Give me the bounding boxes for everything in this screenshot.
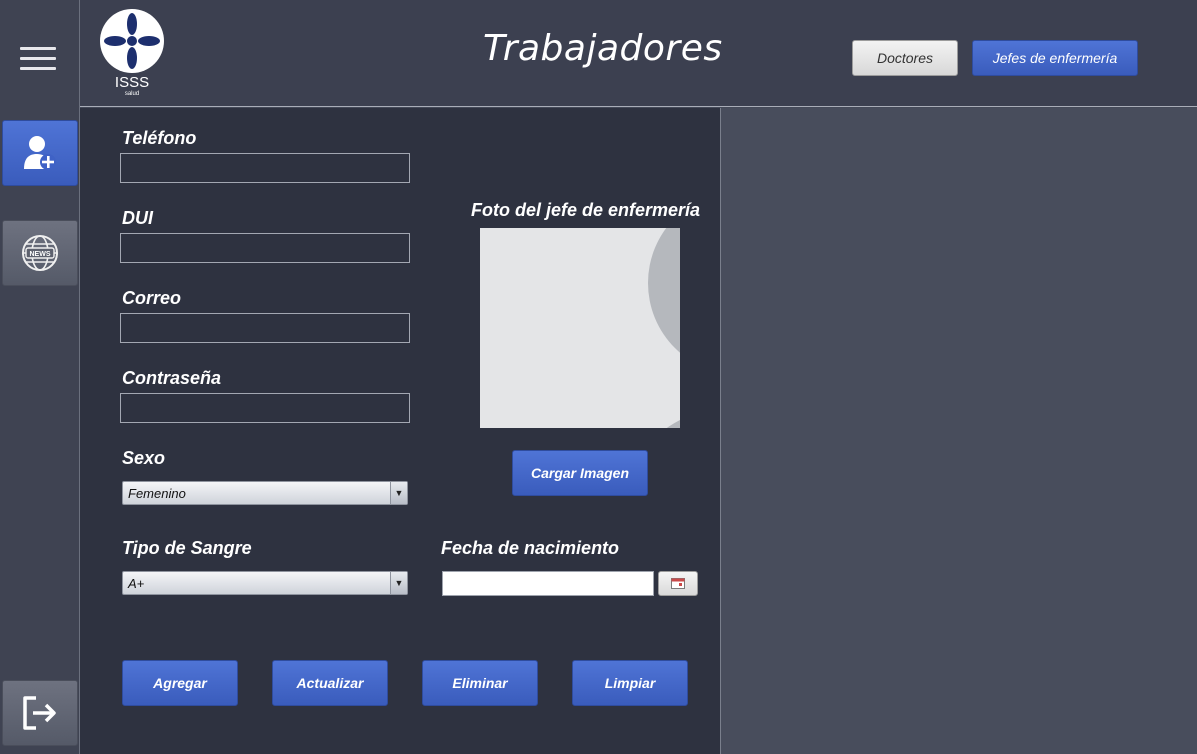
contrasena-label: Contraseña bbox=[122, 368, 222, 388]
form-panel: Teléfono DUI Correo Contraseña Sexo Feme… bbox=[80, 108, 721, 754]
menu-icon[interactable] bbox=[20, 47, 56, 73]
avatar-placeholder-icon bbox=[480, 228, 680, 428]
tipo-sangre-label: Tipo de Sangre bbox=[122, 538, 252, 558]
jefes-enfermeria-button[interactable]: Jefes de enfermería bbox=[972, 40, 1138, 76]
correo-input[interactable] bbox=[120, 313, 410, 343]
add-user-button[interactable] bbox=[2, 120, 78, 186]
tipo-sangre-value: A+ bbox=[128, 576, 145, 591]
chevron-down-icon: ▼ bbox=[390, 482, 407, 504]
add-user-icon bbox=[24, 136, 56, 170]
dui-label: DUI bbox=[122, 208, 153, 228]
doctores-button[interactable]: Doctores bbox=[852, 40, 958, 76]
telefono-input[interactable] bbox=[120, 153, 410, 183]
agregar-button[interactable]: Agregar bbox=[122, 660, 238, 706]
cargar-imagen-button[interactable]: Cargar Imagen bbox=[512, 450, 648, 496]
isss-logo: ISSS salud bbox=[100, 9, 164, 96]
logout-icon bbox=[23, 696, 56, 730]
actualizar-button[interactable]: Actualizar bbox=[272, 660, 388, 706]
news-button[interactable]: NEWS bbox=[2, 220, 78, 286]
calendar-icon bbox=[671, 578, 685, 589]
correo-label: Correo bbox=[122, 288, 182, 308]
limpiar-button[interactable]: Limpiar bbox=[572, 660, 688, 706]
calendar-button[interactable] bbox=[658, 571, 698, 596]
sexo-value: Femenino bbox=[128, 486, 186, 501]
eliminar-button[interactable]: Eliminar bbox=[422, 660, 538, 706]
contrasena-input[interactable] bbox=[120, 393, 410, 423]
foto-label: Foto del jefe de enfermería bbox=[471, 200, 701, 220]
records-panel bbox=[721, 108, 1197, 754]
chevron-down-icon: ▼ bbox=[390, 572, 407, 594]
header: ISSS salud Trabajadores Doctores Jefes d… bbox=[80, 0, 1197, 107]
svg-text:NEWS: NEWS bbox=[30, 251, 51, 258]
sexo-label: Sexo bbox=[122, 448, 166, 468]
fecha-nacimiento-label: Fecha de nacimiento bbox=[441, 538, 620, 558]
svg-text:ISSS: ISSS bbox=[115, 74, 149, 91]
photo-preview bbox=[480, 228, 680, 428]
logout-button[interactable] bbox=[2, 680, 78, 746]
dui-input[interactable] bbox=[120, 233, 410, 263]
tipo-sangre-select[interactable]: A+ ▼ bbox=[122, 571, 408, 595]
page-title: Trabajadores bbox=[483, 28, 723, 69]
news-globe-icon: NEWS bbox=[22, 235, 58, 271]
sidebar: NEWS bbox=[0, 0, 80, 754]
telefono-label: Teléfono bbox=[122, 128, 197, 148]
svg-text:salud: salud bbox=[125, 91, 139, 96]
fecha-nacimiento-input[interactable] bbox=[442, 571, 654, 596]
sexo-select[interactable]: Femenino ▼ bbox=[122, 481, 408, 505]
